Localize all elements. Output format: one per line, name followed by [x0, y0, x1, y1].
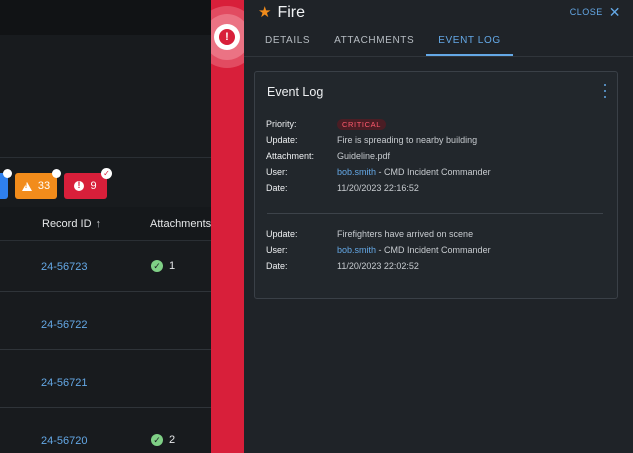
table-row[interactable]: 24-56721 — [0, 357, 211, 408]
attachment-label: Attachment: — [266, 151, 315, 161]
date-row: Date: 11/20/2023 22:02:52 — [266, 258, 491, 274]
badge-dot — [52, 169, 61, 178]
close-label: CLOSE — [569, 7, 603, 17]
attachment-count-value: 1 — [169, 260, 176, 272]
incident-detail-panel: ★ Fire CLOSE ✕ DETAILS ATTACHMENTS EVENT… — [244, 0, 633, 453]
critical-icon — [74, 180, 85, 191]
event-log-card: Event Log Priority: CRITICAL Update: Fir… — [254, 71, 618, 299]
critical-alert-strip: ! — [211, 0, 244, 453]
update-row: Update: Firefighters have arrived on sce… — [266, 226, 491, 242]
close-icon: ✕ — [608, 4, 621, 20]
update-label: Update: — [266, 135, 298, 145]
warning-icon — [21, 181, 32, 191]
table-row[interactable]: 24-56722 — [0, 299, 211, 350]
attachment-filename[interactable]: Guideline.pdf — [337, 151, 390, 161]
priority-label: Priority: — [266, 119, 297, 129]
user-link[interactable]: bob.smith — [337, 167, 376, 177]
close-button[interactable]: CLOSE ✕ — [570, 5, 621, 19]
background-top-bar — [0, 0, 211, 35]
user-role: - CMD Incident Commander — [376, 167, 491, 177]
alert-pulse: ! — [211, 4, 244, 68]
user-link[interactable]: bob.smith — [337, 245, 376, 255]
card-title: Event Log — [267, 85, 324, 99]
tab-attachments[interactable]: ATTACHMENTS — [322, 24, 426, 56]
star-icon[interactable]: ★ — [258, 3, 271, 23]
tabs-divider — [244, 56, 633, 57]
tab-bar: DETAILS ATTACHMENTS EVENT LOG — [253, 24, 514, 56]
background-incident-list: 33 9 ✓ Record ID↑ Attachments 24-56723 ✓… — [0, 0, 211, 453]
record-id-link[interactable]: 24-56721 — [41, 377, 88, 389]
check-icon: ✓ — [101, 168, 112, 179]
user-role: - CMD Incident Commander — [376, 245, 491, 255]
event-log-entry: Priority: CRITICAL Update: Fire is sprea… — [266, 116, 491, 196]
warning-count: 33 — [37, 180, 51, 192]
critical-count: 9 — [90, 180, 97, 192]
background-divider — [0, 157, 211, 158]
status-badge-warning[interactable]: 33 — [15, 169, 61, 199]
date-value: 11/20/2023 22:02:52 — [337, 261, 419, 271]
check-circle-icon: ✓ — [151, 434, 163, 446]
panel-title: Fire — [277, 4, 306, 21]
event-log-entry: Update: Firefighters have arrived on sce… — [266, 226, 491, 274]
record-id-link[interactable]: 24-56720 — [41, 435, 88, 447]
tab-event-log[interactable]: EVENT LOG — [426, 24, 514, 56]
update-label: Update: — [266, 229, 298, 239]
table-row[interactable]: 24-56720 ✓ 2 — [0, 415, 211, 453]
attachment-count: ✓ 2 — [151, 434, 175, 446]
user-label: User: — [266, 167, 288, 177]
check-circle-icon: ✓ — [151, 260, 163, 272]
tab-details[interactable]: DETAILS — [253, 24, 322, 56]
attachment-count: ✓ 1 — [151, 260, 175, 272]
record-id-link[interactable]: 24-56723 — [41, 261, 88, 273]
badge-dot — [3, 169, 12, 178]
user-label: User: — [266, 245, 288, 255]
update-row: Update: Fire is spreading to nearby buil… — [266, 132, 491, 148]
attachment-row: Attachment: Guideline.pdf — [266, 148, 491, 164]
column-label: Record ID — [42, 218, 92, 230]
user-row: User: bob.smith - CMD Incident Commander — [266, 164, 491, 180]
update-text: Firefighters have arrived on scene — [337, 229, 474, 239]
more-vertical-icon[interactable] — [603, 84, 607, 98]
priority-row: Priority: CRITICAL — [266, 116, 491, 132]
update-text: Fire is spreading to nearby building — [337, 135, 478, 145]
date-label: Date: — [266, 183, 288, 193]
panel-header: ★ Fire — [258, 3, 305, 23]
date-row: Date: 11/20/2023 22:16:52 — [266, 180, 491, 196]
table-row[interactable]: 24-56723 ✓ 1 — [0, 241, 211, 292]
user-row: User: bob.smith - CMD Incident Commander — [266, 242, 491, 258]
column-header-attachments[interactable]: Attachments — [150, 218, 211, 230]
record-id-link[interactable]: 24-56722 — [41, 319, 88, 331]
alert-icon: ! — [219, 29, 235, 45]
status-badge-blue[interactable] — [0, 169, 12, 199]
priority-badge: CRITICAL — [337, 118, 386, 130]
attachment-count-value: 2 — [169, 434, 176, 446]
date-value: 11/20/2023 22:16:52 — [337, 183, 419, 193]
column-header-record-id[interactable]: Record ID ↑ — [42, 218, 101, 230]
date-label: Date: — [266, 261, 288, 271]
sort-ascending-icon: ↑ — [95, 218, 102, 230]
status-badge-critical[interactable]: 9 ✓ — [64, 168, 112, 199]
entry-divider — [267, 213, 603, 214]
